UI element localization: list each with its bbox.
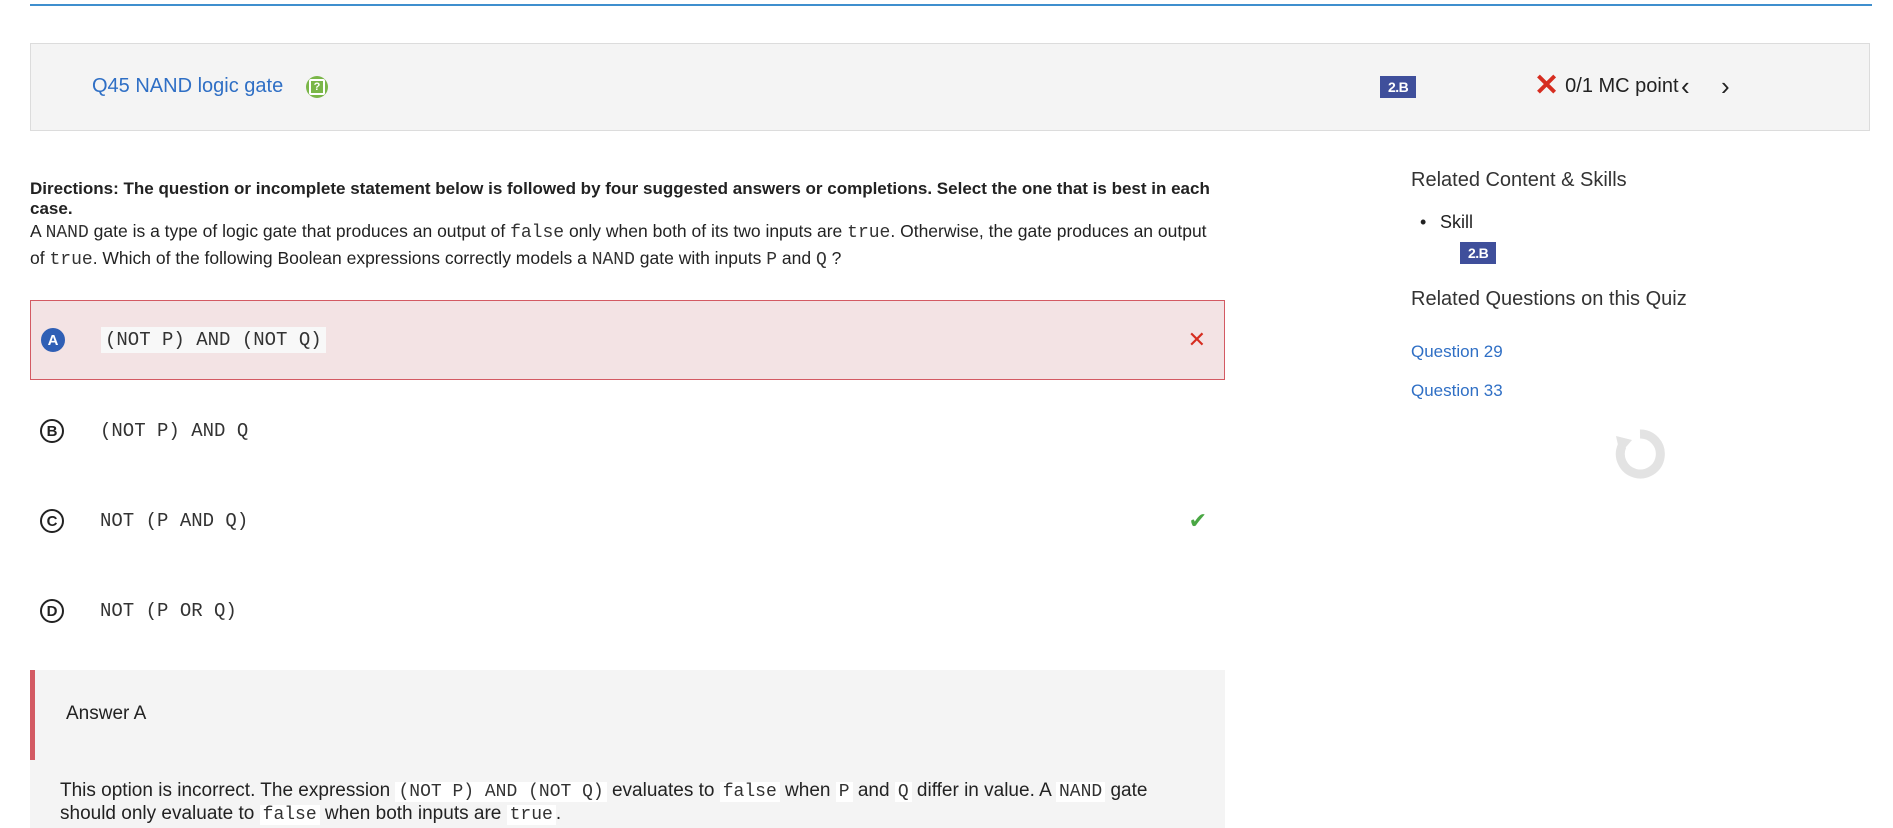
skill-badge: 2.B xyxy=(1380,76,1417,98)
skill-label: Skill xyxy=(1420,212,1473,233)
answer-explanation: Answer A This option is incorrect. The e… xyxy=(30,670,1225,828)
chevron-right-icon[interactable]: › xyxy=(1721,73,1730,99)
check-icon: ✔ xyxy=(1188,508,1207,533)
explanation-body: This option is incorrect. The expression… xyxy=(60,780,1148,825)
question-title[interactable]: Q45 NAND logic gate xyxy=(92,75,283,98)
choice-text: NOT (P OR Q) xyxy=(100,600,237,622)
choice-letter: C xyxy=(40,509,64,533)
explanation-accent-bar xyxy=(30,670,35,760)
choice-letter: A xyxy=(41,328,65,352)
directions: Directions: The question or incomplete s… xyxy=(30,179,1210,218)
question-stem: A NAND gate is a type of logic gate that… xyxy=(30,221,1207,270)
reload-icon xyxy=(1614,428,1666,485)
choice-text: NOT (P AND Q) xyxy=(100,510,249,532)
choice-b[interactable]: B (NOT P) AND Q xyxy=(30,391,1225,471)
related-question-link[interactable]: Question 29 xyxy=(1411,342,1503,362)
choice-letter: D xyxy=(40,599,64,623)
explanation-title: Answer A xyxy=(66,703,147,724)
related-content-heading: Related Content & Skills xyxy=(1411,169,1627,191)
choice-a[interactable]: A (NOT P) AND (NOT Q) ✕ xyxy=(30,300,1225,380)
score-text: 0/1 MC point xyxy=(1565,74,1679,97)
question-header: Q45 NAND logic gate ? 2.B ✕ 0/1 MC point… xyxy=(30,43,1870,131)
related-question-link[interactable]: Question 33 xyxy=(1411,381,1503,401)
x-icon: ✕ xyxy=(1534,69,1560,102)
score-display: ✕ 0/1 MC point xyxy=(1534,69,1679,102)
choice-d[interactable]: D NOT (P OR Q) xyxy=(30,571,1225,651)
times-icon: ✕ xyxy=(1187,327,1206,352)
choice-c[interactable]: C NOT (P AND Q) ✔ xyxy=(30,481,1225,561)
choice-letter: B xyxy=(40,419,64,443)
choice-text: (NOT P) AND Q xyxy=(100,420,249,442)
sidebar-skill-badge: 2.B xyxy=(1460,242,1497,264)
top-rule xyxy=(30,4,1872,6)
choice-text: (NOT P) AND (NOT Q) xyxy=(101,327,326,353)
related-questions-heading: Related Questions on this Quiz xyxy=(1411,288,1687,310)
chevron-left-icon[interactable]: ‹ xyxy=(1681,73,1690,99)
help-icon[interactable]: ? xyxy=(306,76,328,98)
